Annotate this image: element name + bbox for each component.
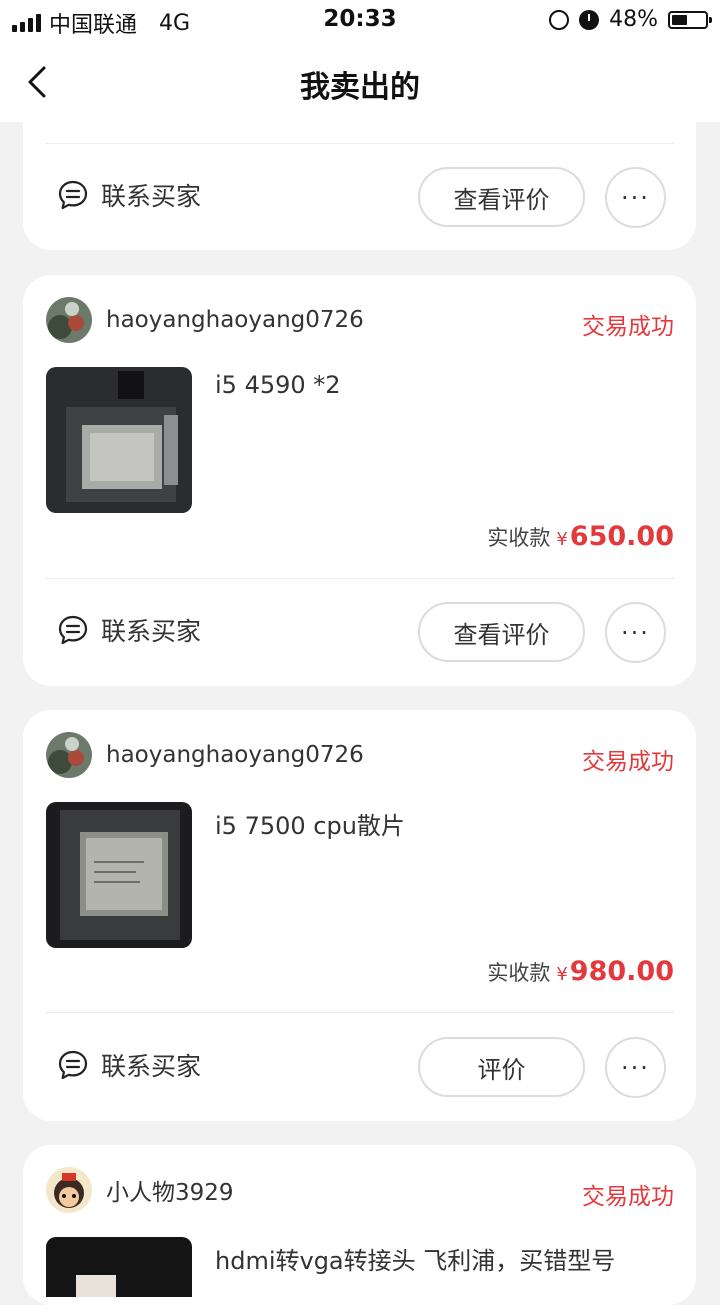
buyer-name: haoyanghaoyang0726 xyxy=(106,742,364,768)
status-badge: 交易成功 xyxy=(582,749,674,775)
buyer-info[interactable]: haoyanghaoyang0726 xyxy=(46,297,364,343)
price-value: 980.00 xyxy=(569,956,674,987)
price-label: 实收款 xyxy=(487,961,551,985)
avatar xyxy=(46,297,92,343)
order-card: haoyanghaoyang0726 交易成功 i5 4590 *2 实收款 ¥… xyxy=(23,275,696,686)
more-button[interactable]: ··· xyxy=(605,1037,666,1098)
price-value: 650.00 xyxy=(569,521,674,552)
nav-bar: 我卖出的 xyxy=(0,40,720,122)
price-row: 实收款 ¥ 980.00 xyxy=(487,956,674,987)
battery-icon xyxy=(668,10,712,29)
more-button[interactable]: ··· xyxy=(605,167,666,228)
divider xyxy=(45,143,674,144)
status-badge: 交易成功 xyxy=(582,1184,674,1210)
contact-buyer-label: 联系买家 xyxy=(101,1052,202,1081)
avatar xyxy=(46,1167,92,1213)
product-title[interactable]: i5 7500 cpu散片 xyxy=(215,806,405,841)
status-bar: 中国联通 4G 20:33 48% xyxy=(0,0,720,40)
more-button[interactable]: ··· xyxy=(605,602,666,663)
order-actions: 联系买家 查看评价 ··· xyxy=(23,167,696,228)
order-actions: 联系买家 查看评价 ··· xyxy=(23,602,696,663)
contact-buyer-button[interactable]: 联系买家 xyxy=(57,177,201,213)
battery-percent: 48% xyxy=(609,7,658,32)
contact-buyer-button[interactable]: 联系买家 xyxy=(57,612,201,648)
product-title[interactable]: hdmi转vga转接头 飞利浦，买错型号 xyxy=(215,1241,615,1276)
buyer-name: 小人物3929 xyxy=(106,1180,234,1206)
contact-buyer-label: 联系买家 xyxy=(101,182,202,211)
review-button[interactable]: 评价 xyxy=(418,1037,585,1097)
chat-icon xyxy=(58,180,88,210)
price-label: 实收款 xyxy=(487,526,551,550)
order-actions: 联系买家 评价 ··· xyxy=(23,1037,696,1098)
order-card: haoyanghaoyang0726 交易成功 i5 7500 cpu散片 实收… xyxy=(23,710,696,1121)
product-image[interactable] xyxy=(46,367,192,513)
view-review-button[interactable]: 查看评价 xyxy=(418,602,585,662)
buyer-info[interactable]: haoyanghaoyang0726 xyxy=(46,732,364,778)
contact-buyer-label: 联系买家 xyxy=(101,617,202,646)
divider xyxy=(45,578,674,579)
currency-symbol: ¥ xyxy=(556,529,568,550)
view-review-button[interactable]: 查看评价 xyxy=(418,167,585,227)
currency-symbol: ¥ xyxy=(556,964,568,985)
rotation-lock-icon xyxy=(549,9,570,30)
contact-buyer-button[interactable]: 联系买家 xyxy=(57,1047,201,1083)
avatar xyxy=(46,732,92,778)
buyer-name: haoyanghaoyang0726 xyxy=(106,307,364,333)
chat-icon xyxy=(58,1050,88,1080)
product-title[interactable]: i5 4590 *2 xyxy=(215,371,341,399)
order-card: 小人物3929 交易成功 hdmi转vga转接头 飞利浦，买错型号 xyxy=(23,1145,696,1305)
product-image[interactable] xyxy=(46,1237,192,1297)
alarm-icon xyxy=(579,9,600,30)
chat-icon xyxy=(58,615,88,645)
page-title: 我卖出的 xyxy=(300,70,420,105)
buyer-info[interactable]: 小人物3929 xyxy=(46,1167,234,1213)
order-card: 联系买家 查看评价 ··· xyxy=(23,122,696,250)
product-image[interactable] xyxy=(46,802,192,948)
divider xyxy=(45,1012,674,1013)
status-badge: 交易成功 xyxy=(582,314,674,340)
price-row: 实收款 ¥ 650.00 xyxy=(487,521,674,552)
